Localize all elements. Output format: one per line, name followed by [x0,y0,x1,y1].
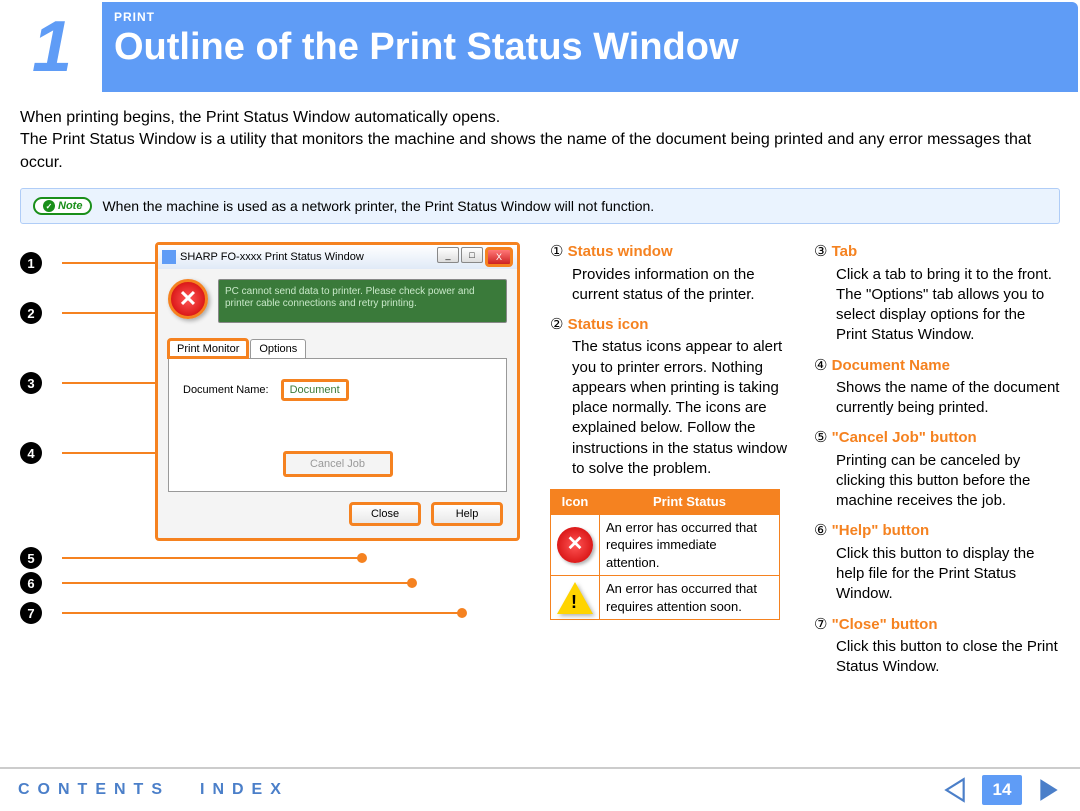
exp-num-5: ⑤ [814,428,827,448]
page-footer: CONTENTS INDEX 14 [0,767,1080,811]
maximize-button[interactable]: □ [461,247,483,263]
callout-4: 4 [20,442,42,464]
exp-num-2: ② [550,315,563,335]
exp-num-7: ⑦ [814,615,827,635]
note-text: When the machine is used as a network pr… [102,198,654,214]
document-name-label: Document Name: [183,384,269,396]
tab-print-monitor[interactable]: Print Monitor [168,339,248,358]
exp-body-7: Click this button to close the Print Sta… [836,637,1060,678]
intro-line-1: When printing begins, the Print Status W… [20,109,500,126]
exp-body-3: Click a tab to bring it to the front. Th… [836,265,1060,346]
status-message: PC cannot send data to printer. Please c… [218,279,507,323]
index-link[interactable]: INDEX [200,781,289,799]
exp-title-6: "Help" button [832,523,930,540]
prev-page-button[interactable] [942,777,968,803]
page-header: 1 PRINT Outline of the Print Status Wind… [2,2,1078,92]
exp-body-4: Shows the name of the document currently… [836,378,1060,419]
window-title: SHARP FO-xxxx Print Status Window [180,251,364,263]
table-row-1: An error has occurred that requires imme… [600,514,780,576]
icon-table: IconPrint Status ✕An error has occurred … [550,489,780,620]
table-error-icon: ✕ [557,527,593,563]
exp-body-2: The status icons appear to alert you to … [572,337,796,479]
intro-text: When printing begins, the Print Status W… [20,107,1060,174]
next-page-button[interactable] [1036,777,1062,803]
tab-options[interactable]: Options [250,339,306,358]
diagram: 1 2 3 4 5 6 7 SHARP FO-xxxx Print Status… [20,242,530,652]
page-number: 14 [982,775,1022,805]
exp-body-5: Printing can be canceled by clicking thi… [836,451,1060,512]
exp-num-3: ③ [814,242,827,262]
chapter-number: 1 [2,2,102,92]
callout-2: 2 [20,302,42,324]
exp-title-1: Status window [568,243,673,260]
page-title: Outline of the Print Status Window [114,26,1066,69]
minimize-button[interactable]: _ [437,247,459,263]
callout-6: 6 [20,572,42,594]
exp-title-2: Status icon [568,316,649,333]
window-titlebar: SHARP FO-xxxx Print Status Window _ □ X [158,245,517,269]
callout-7: 7 [20,602,42,624]
intro-line-2: The Print Status Window is a utility tha… [20,131,1031,170]
exp-title-4: Document Name [832,357,950,374]
close-button[interactable]: Close [349,502,421,526]
th-icon: Icon [551,490,600,515]
exp-title-5: "Cancel Job" button [832,429,977,446]
app-icon [162,250,176,264]
help-button[interactable]: Help [431,502,503,526]
error-icon: ✕ [168,279,208,319]
callout-3: 3 [20,372,42,394]
exp-num-6: ⑥ [814,521,827,541]
exp-num-1: ① [550,242,563,262]
note-box: Note When the machine is used as a netwo… [20,188,1060,224]
table-warning-icon [557,582,593,614]
exp-title-3: Tab [832,243,858,260]
section-label: PRINT [114,10,1066,24]
cancel-job-button[interactable]: Cancel Job [283,451,393,477]
callout-1: 1 [20,252,42,274]
note-badge: Note [33,197,92,215]
print-status-window: SHARP FO-xxxx Print Status Window _ □ X … [155,242,520,541]
document-name-value: Document [281,379,349,401]
contents-link[interactable]: CONTENTS [18,781,170,799]
th-status: Print Status [600,490,780,515]
window-close-button[interactable]: X [485,247,513,267]
exp-body-6: Click this button to display the help fi… [836,544,1060,605]
exp-body-1: Provides information on the current stat… [572,265,796,306]
exp-num-4: ④ [814,356,827,376]
table-row-2: An error has occurred that requires atte… [600,576,780,620]
exp-title-7: "Close" button [832,616,938,633]
callout-5: 5 [20,547,42,569]
